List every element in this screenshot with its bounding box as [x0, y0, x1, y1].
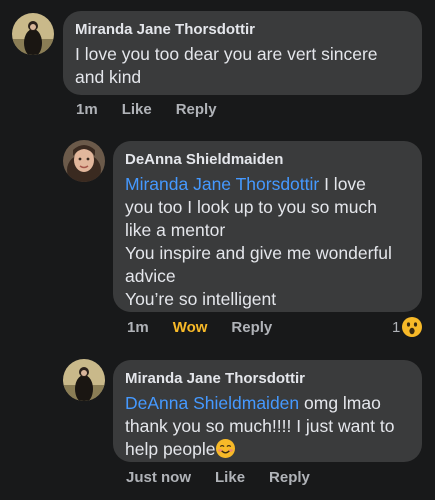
deanna-avatar-icon	[63, 140, 105, 182]
wow-button[interactable]: Wow	[173, 319, 208, 336]
timestamp: 1m	[76, 101, 98, 118]
smiling-blush-emoji-icon	[215, 439, 235, 458]
reaction-count: 1	[392, 318, 401, 336]
like-button[interactable]: Like	[122, 101, 152, 118]
timestamp: 1m	[127, 319, 149, 336]
comment-line-text: help people	[125, 439, 216, 459]
comment-author[interactable]: DeAnna Shieldmaiden	[125, 150, 410, 169]
miranda-avatar-icon	[63, 359, 105, 401]
comment-line: thank you so much!!!! I just want to	[125, 416, 395, 436]
mention-link[interactable]: Miranda Jane Thorsdottir	[125, 174, 319, 194]
comment-line: help people	[125, 438, 410, 461]
avatar[interactable]	[12, 13, 54, 55]
timestamp: Just now	[126, 469, 192, 486]
comment-actions: 1m Wow Reply	[127, 319, 296, 336]
comment-text: I love you too dear you are vert sincere…	[75, 43, 410, 89]
like-button[interactable]: Like	[215, 469, 245, 486]
comment-line-rest: I love	[319, 174, 366, 194]
comment-author[interactable]: Miranda Jane Thorsdottir	[125, 369, 410, 388]
reply-button[interactable]: Reply	[231, 319, 272, 336]
reaction-summary[interactable]: 1	[392, 317, 423, 337]
comment-bubble: Miranda Jane Thorsdottir DeAnna Shieldma…	[113, 360, 422, 462]
comment-bubble: Miranda Jane Thorsdottir I love you too …	[63, 11, 422, 95]
comment-line: and kind	[75, 67, 142, 87]
comment-line: You inspire and give me wonderful	[125, 243, 392, 263]
comment-line: I love you too dear you are vert sincere	[75, 44, 378, 64]
comment-line: You’re so intelligent	[125, 289, 277, 309]
comment-line-rest: omg lmao	[299, 393, 381, 413]
comment-actions: Just now Like Reply	[126, 469, 334, 486]
reply-button[interactable]: Reply	[269, 469, 310, 486]
comment-author[interactable]: Miranda Jane Thorsdottir	[75, 20, 410, 39]
comment-line: Miranda Jane Thorsdottir I love	[125, 173, 410, 196]
reply-button[interactable]: Reply	[176, 101, 217, 118]
comment-actions: 1m Like Reply	[76, 101, 241, 118]
wow-emoji-icon	[402, 317, 423, 337]
comment-line: like a mentor	[125, 220, 226, 240]
avatar[interactable]	[63, 140, 105, 182]
comment-text: Miranda Jane Thorsdottir I love you too …	[125, 173, 410, 311]
comment-thread: Miranda Jane Thorsdottir I love you too …	[0, 0, 435, 500]
comment-line: DeAnna Shieldmaiden omg lmao	[125, 392, 410, 415]
comment-line: advice	[125, 266, 176, 286]
miranda-avatar-icon	[12, 13, 54, 55]
comment-text: DeAnna Shieldmaiden omg lmao thank you s…	[125, 392, 410, 461]
avatar[interactable]	[63, 359, 105, 401]
comment-line: you too I look up to you so much	[125, 197, 377, 217]
comment-bubble: DeAnna Shieldmaiden Miranda Jane Thorsdo…	[113, 141, 422, 312]
mention-link[interactable]: DeAnna Shieldmaiden	[125, 393, 299, 413]
